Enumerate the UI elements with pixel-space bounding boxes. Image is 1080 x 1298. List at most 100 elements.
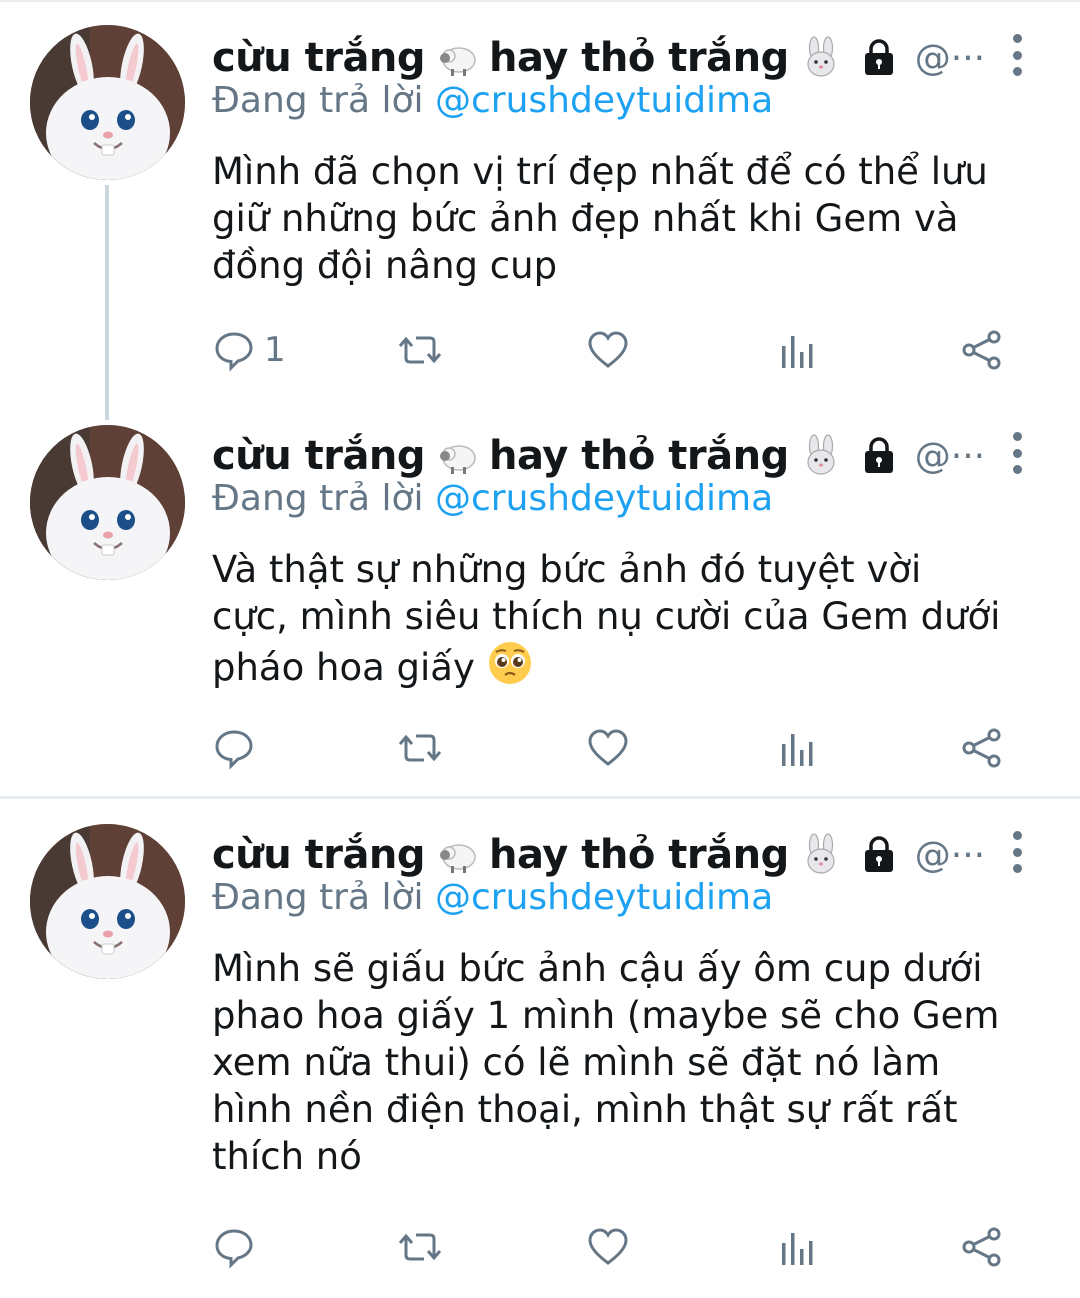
reply-prefix: Đang trả lời	[212, 80, 424, 121]
tweet-3[interactable]: cừu trắng hay thỏ trắng @··· Đang trả lờ…	[0, 799, 1080, 1298]
analytics-button[interactable]	[774, 325, 818, 375]
tweet-text: Mình sẽ giấu bức ảnh cậu ấy ôm cup dưới …	[212, 945, 1042, 1180]
heart-icon	[588, 1228, 628, 1265]
display-name-part-2[interactable]: hay thỏ trắng	[489, 35, 789, 81]
tweet-text-line: đồng đội nâng cup	[212, 244, 558, 287]
avatar[interactable]	[30, 824, 185, 979]
share-icon	[962, 330, 1001, 370]
sheep-icon	[440, 844, 476, 873]
heart-icon	[588, 729, 628, 766]
display-name-part-1[interactable]: cừu trắng	[212, 832, 426, 878]
lock-icon	[864, 437, 893, 473]
comment-bubble-icon	[215, 332, 253, 372]
retweet-icon	[398, 336, 442, 364]
tweet-header: cừu trắng hay thỏ trắng @···	[212, 825, 985, 885]
tweet-header: cừu trắng hay thỏ trắng @···	[212, 426, 985, 486]
rabbit-avatar-icon	[30, 25, 185, 180]
analytics-bars-icon	[782, 336, 813, 368]
reply-button[interactable]	[212, 723, 264, 773]
rabbit-face-icon	[807, 833, 835, 874]
analytics-button[interactable]	[774, 723, 818, 773]
heart-icon	[588, 331, 628, 368]
replying-to: Đang trả lời @crushdeytuidima	[212, 877, 773, 918]
avatar[interactable]	[30, 25, 185, 180]
tweet-text-line: Và thật sự những bức ảnh đó tuyệt vời	[212, 548, 922, 591]
more-options-button[interactable]	[1000, 30, 1034, 80]
display-name-part-1[interactable]: cừu trắng	[212, 35, 426, 81]
share-button[interactable]	[960, 723, 1004, 773]
analytics-button[interactable]	[774, 1222, 818, 1272]
dot	[1012, 67, 1022, 76]
share-icon	[962, 1227, 1001, 1267]
tweet-text-line: thích nó	[212, 1135, 362, 1178]
tweet-text-line: hình nền điện thoại, mình thật sự rất rấ…	[212, 1088, 958, 1131]
more-vertical-icon	[1012, 432, 1022, 441]
reply-button[interactable]	[212, 1222, 264, 1272]
tweet-text-line: Mình đã chọn vị trí đẹp nhất để có thể l…	[212, 150, 988, 193]
share-button[interactable]	[960, 325, 1004, 375]
reply-mention-link[interactable]: @crushdeytuidima	[435, 80, 773, 121]
like-button[interactable]	[586, 723, 630, 773]
dot	[1012, 864, 1022, 873]
tweet-text-line: phao hoa giấy 1 mình (maybe sẽ cho Gem	[212, 994, 1000, 1037]
action-bar	[212, 1222, 1032, 1272]
rabbit-avatar-icon	[30, 425, 185, 580]
analytics-bars-icon	[782, 1233, 813, 1265]
rabbit-avatar-icon	[30, 824, 185, 979]
comment-bubble-icon	[215, 1229, 253, 1269]
handle[interactable]: @···	[915, 38, 985, 79]
tweet-text-line: cực, mình siêu thích nụ cười của Gem dướ…	[212, 595, 1001, 638]
rabbit-face-icon	[807, 434, 835, 475]
sheep-icon	[440, 445, 476, 474]
share-button[interactable]	[960, 1222, 1004, 1272]
dot	[1012, 465, 1022, 474]
display-name-part-2[interactable]: hay thỏ trắng	[489, 433, 789, 479]
reply-mention-link[interactable]: @crushdeytuidima	[435, 877, 773, 918]
replying-to: Đang trả lời @crushdeytuidima	[212, 80, 773, 121]
reply-button[interactable]: 1	[212, 325, 286, 375]
sheep-icon	[440, 47, 476, 76]
reply-mention-link[interactable]: @crushdeytuidima	[435, 478, 773, 519]
dot	[1012, 50, 1022, 60]
reply-count: 1	[264, 330, 286, 370]
replying-to: Đang trả lời @crushdeytuidima	[212, 478, 773, 519]
reply-prefix: Đang trả lời	[212, 478, 424, 519]
like-button[interactable]	[586, 325, 630, 375]
share-icon	[962, 728, 1001, 768]
comment-bubble-icon	[215, 730, 253, 770]
tweet-text-line: Mình sẽ giấu bức ảnh cậu ấy ôm cup dưới	[212, 947, 983, 990]
tweet-text-line: giữ những bức ảnh đẹp nhất khi Gem và	[212, 197, 959, 240]
retweet-icon	[398, 734, 442, 762]
tweet-header: cừu trắng hay thỏ trắng @···	[212, 28, 985, 88]
action-bar	[212, 723, 1032, 773]
retweet-button[interactable]	[398, 723, 442, 773]
action-bar: 1	[212, 325, 1032, 375]
tweet-text: Mình đã chọn vị trí đẹp nhất để có thể l…	[212, 148, 1042, 289]
more-options-button[interactable]	[1000, 428, 1034, 478]
retweet-button[interactable]	[398, 325, 442, 375]
lock-icon	[864, 836, 893, 872]
tweet-2[interactable]: cừu trắng hay thỏ trắng @··· Đang trả lờ…	[0, 400, 1080, 796]
pleading-face-emoji	[488, 642, 531, 684]
tweet-text-line: xem nữa thui) có lẽ mình sẽ đặt nó làm	[212, 1041, 941, 1084]
tweet-text: Và thật sự những bức ảnh đó tuyệt vời cự…	[212, 546, 1042, 691]
rabbit-face-icon	[807, 36, 835, 77]
dot	[1012, 448, 1022, 458]
more-vertical-icon	[1012, 831, 1022, 840]
more-vertical-icon	[1012, 34, 1022, 43]
lock-icon	[864, 39, 893, 75]
retweet-button[interactable]	[398, 1222, 442, 1272]
more-options-button[interactable]	[1000, 827, 1034, 877]
analytics-bars-icon	[782, 734, 813, 766]
handle[interactable]: @···	[915, 835, 985, 876]
handle[interactable]: @···	[915, 436, 985, 477]
reply-prefix: Đang trả lời	[212, 877, 424, 918]
dot	[1012, 847, 1022, 857]
like-button[interactable]	[586, 1222, 630, 1272]
display-name-part-1[interactable]: cừu trắng	[212, 433, 426, 479]
display-name-part-2[interactable]: hay thỏ trắng	[489, 832, 789, 878]
tweet-text-line: pháo hoa giấy	[212, 640, 1042, 691]
avatar[interactable]	[30, 425, 185, 580]
tweet-1[interactable]: cừu trắng hay thỏ trắng @··· Đang trả lờ…	[0, 0, 1080, 400]
tweet-text-fragment: pháo hoa giấy	[212, 646, 475, 689]
